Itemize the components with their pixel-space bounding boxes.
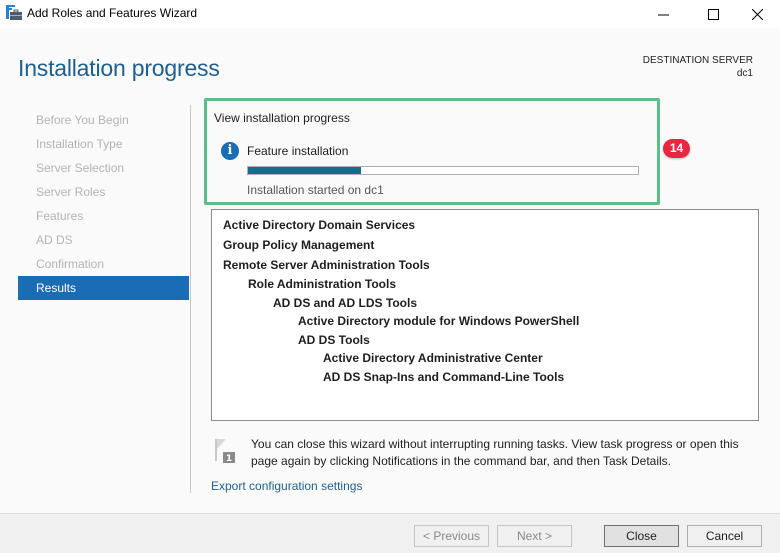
close-wizard-notice: You can close this wizard without interr… xyxy=(251,437,739,468)
next-button[interactable]: Next > xyxy=(497,525,572,547)
destination-server-label: DESTINATION SERVER xyxy=(642,55,753,66)
sidebar-item-results[interactable]: Results xyxy=(18,276,189,300)
close-icon xyxy=(751,8,763,20)
results-item: Active Directory Domain Services xyxy=(223,218,416,232)
wizard-steps-nav: Before You Begin Installation Type Serve… xyxy=(18,108,189,300)
results-item: Role Administration Tools xyxy=(248,277,397,291)
sidebar-item-features: Features xyxy=(36,209,84,223)
notification-flag-icon: 1 xyxy=(215,439,235,463)
info-icon: i xyxy=(221,142,239,160)
sidebar-item-confirmation: Confirmation xyxy=(36,257,105,271)
close-window-button[interactable] xyxy=(734,0,780,28)
installation-progress-panel: View installation progress i Feature ins… xyxy=(204,98,660,205)
wizard-footer: < Previous Next > Close Cancel xyxy=(0,513,780,553)
close-button[interactable]: Close xyxy=(604,525,679,547)
view-progress-label: View installation progress xyxy=(214,111,350,125)
sidebar-item-server-roles: Server Roles xyxy=(36,185,106,199)
results-item: AD DS Snap-Ins and Command-Line Tools xyxy=(323,369,565,384)
installation-status-text: Installation started on dc1 xyxy=(247,183,384,197)
title-bar: Add Roles and Features Wizard xyxy=(0,0,780,28)
sidebar-item-before-you-begin: Before You Begin xyxy=(36,113,129,127)
destination-server: DESTINATION SERVER dc1 xyxy=(643,54,753,80)
maximize-button[interactable] xyxy=(690,0,736,28)
results-item: Active Directory Administrative Center xyxy=(323,351,543,365)
maximize-icon xyxy=(707,8,719,20)
progress-bar-fill xyxy=(248,167,362,174)
previous-button[interactable]: < Previous xyxy=(414,525,489,547)
results-list: Active Directory Domain Services Group P… xyxy=(211,209,759,421)
page-title: Installation progress xyxy=(18,55,220,81)
sidebar-divider xyxy=(190,105,191,493)
window-title: Add Roles and Features Wizard xyxy=(27,6,198,20)
server-manager-toolbox-icon xyxy=(6,5,22,20)
results-item: AD DS Tools xyxy=(298,332,370,347)
minimize-button[interactable] xyxy=(640,0,686,28)
cancel-button[interactable]: Cancel xyxy=(687,525,762,547)
results-item: Remote Server Administration Tools xyxy=(223,258,430,272)
results-item: Group Policy Management xyxy=(223,238,375,252)
svg-text:1: 1 xyxy=(226,454,232,463)
destination-server-value: dc1 xyxy=(736,68,753,79)
results-item: AD DS and AD LDS Tools xyxy=(273,295,417,310)
sidebar-item-server-selection: Server Selection xyxy=(36,161,125,175)
installation-progress-bar xyxy=(247,166,639,175)
feature-installation-label: Feature installation xyxy=(247,144,349,158)
export-configuration-link[interactable]: Export configuration settings xyxy=(211,479,362,493)
minimize-icon xyxy=(657,14,669,15)
sidebar-item-installation-type: Installation Type xyxy=(36,137,123,151)
annotation-badge: 14 xyxy=(663,139,690,158)
sidebar-item-ad-ds: AD DS xyxy=(36,233,73,247)
results-item: Active Directory module for Windows Powe… xyxy=(298,314,580,328)
